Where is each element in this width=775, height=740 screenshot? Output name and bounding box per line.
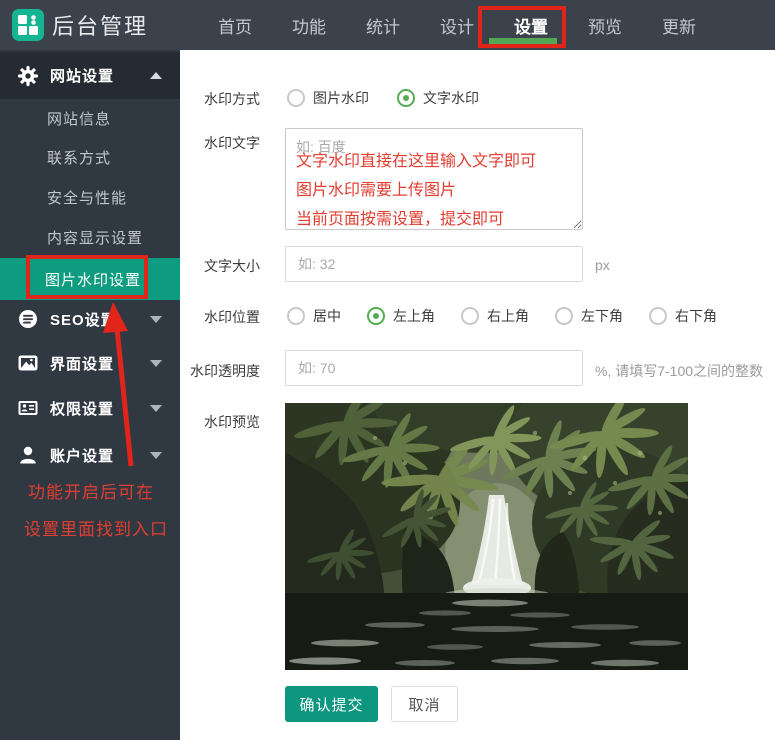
sidebar-annotation-line2: 设置里面找到入口 [24, 515, 168, 540]
radio-position-bottom-left[interactable]: 左下角 [555, 306, 623, 326]
nav-item-statistics[interactable]: 统计 [365, 13, 401, 38]
radio-position-top-left[interactable]: 左上角 [367, 306, 435, 326]
app-logo[interactable]: 后台管理 [12, 9, 148, 41]
gear-icon [18, 66, 38, 86]
radio-label: 图片水印 [313, 88, 369, 108]
chevron-down-icon [150, 360, 162, 367]
radio-icon [287, 89, 305, 107]
sidebar-section-account[interactable]: 账户设置 [0, 440, 180, 470]
radio-icon [649, 307, 667, 325]
radio-label: 文字水印 [423, 88, 479, 108]
radio-icon [461, 307, 479, 325]
radio-position-bottom-right[interactable]: 右下角 [649, 306, 717, 326]
watermark-position-group: 居中 左上角 右上角 左下角 右下角 [287, 306, 717, 326]
radio-image-watermark[interactable]: 图片水印 [287, 88, 369, 108]
sidebar-section-website-settings[interactable]: 网站设置 [0, 52, 180, 99]
sidebar-section-permissions[interactable]: 权限设置 [0, 393, 180, 423]
sidebar-section-seo[interactable]: SEO设置 [0, 304, 180, 334]
label-watermark-preview: 水印预览 [180, 412, 260, 432]
nav-item-preview[interactable]: 预览 [587, 13, 623, 38]
watermark-preview-image [285, 403, 688, 670]
app-title: 后台管理 [52, 9, 148, 41]
sidebar-section-label: SEO设置 [50, 309, 117, 330]
radio-label: 居中 [313, 306, 341, 326]
list-circle-icon [18, 309, 38, 329]
radio-label: 左上角 [393, 306, 435, 326]
watermark-mode-group: 图片水印 文字水印 [287, 88, 479, 108]
sidebar-section-interface[interactable]: 界面设置 [0, 348, 180, 378]
opacity-input[interactable] [285, 350, 583, 386]
chevron-down-icon [150, 316, 162, 323]
sidebar-item-contact[interactable]: 联系方式 [47, 147, 111, 167]
text-size-unit: px [595, 257, 610, 273]
nav-item-home[interactable]: 首页 [217, 13, 253, 38]
label-watermark-position: 水印位置 [180, 307, 260, 327]
id-card-icon [18, 398, 38, 418]
sidebar-item-site-info[interactable]: 网站信息 [47, 108, 111, 128]
sidebar: 网站设置 网站信息 联系方式 安全与性能 内容显示设置 图片水印设置 SEO设置 [0, 50, 180, 740]
cancel-button[interactable]: 取消 [391, 686, 458, 722]
radio-position-top-right[interactable]: 右上角 [461, 306, 529, 326]
sidebar-section-label: 界面设置 [50, 353, 114, 374]
radio-label: 右上角 [487, 306, 529, 326]
nav-item-features[interactable]: 功能 [291, 13, 327, 38]
active-tab-underline [489, 38, 557, 46]
radio-label: 右下角 [675, 306, 717, 326]
label-watermark-opacity: 水印透明度 [180, 361, 260, 381]
nav-item-update[interactable]: 更新 [661, 13, 697, 38]
radio-icon [367, 307, 385, 325]
opacity-hint: %, 请填写7-100之间的整数 [595, 361, 763, 381]
chevron-down-icon [150, 405, 162, 412]
chevron-down-icon [150, 452, 162, 459]
radio-icon [555, 307, 573, 325]
user-icon [18, 445, 38, 465]
sidebar-section-label: 网站设置 [50, 65, 114, 86]
nav-item-settings[interactable]: 设置 [513, 13, 549, 38]
sidebar-item-content-display[interactable]: 内容显示设置 [47, 227, 143, 247]
image-icon [18, 353, 38, 373]
submit-button[interactable]: 确认提交 [285, 686, 378, 722]
app-logo-icon [12, 9, 44, 41]
top-navbar: 后台管理 首页 功能 统计 设计 设置 预览 更新 [0, 0, 775, 50]
radio-icon [287, 307, 305, 325]
sidebar-item-label: 图片水印设置 [45, 269, 141, 290]
watermark-text-input[interactable] [285, 128, 583, 230]
radio-icon [397, 89, 415, 107]
label-watermark-text: 水印文字 [180, 133, 260, 153]
sidebar-item-security[interactable]: 安全与性能 [47, 187, 127, 207]
text-size-input[interactable] [285, 246, 583, 282]
main-menu: 首页 功能 统计 设计 设置 预览 更新 [217, 0, 697, 50]
chevron-up-icon [150, 72, 162, 79]
sidebar-item-image-watermark[interactable]: 图片水印设置 [0, 258, 180, 300]
label-watermark-mode: 水印方式 [180, 89, 260, 109]
sidebar-annotation-line1: 功能开启后可在 [28, 478, 154, 503]
sidebar-section-label: 权限设置 [50, 398, 114, 419]
sidebar-section-label: 账户设置 [50, 445, 114, 466]
radio-position-center[interactable]: 居中 [287, 306, 341, 326]
label-text-size: 文字大小 [180, 256, 260, 276]
radio-label: 左下角 [581, 306, 623, 326]
nav-item-design[interactable]: 设计 [439, 13, 475, 38]
radio-text-watermark[interactable]: 文字水印 [397, 88, 479, 108]
